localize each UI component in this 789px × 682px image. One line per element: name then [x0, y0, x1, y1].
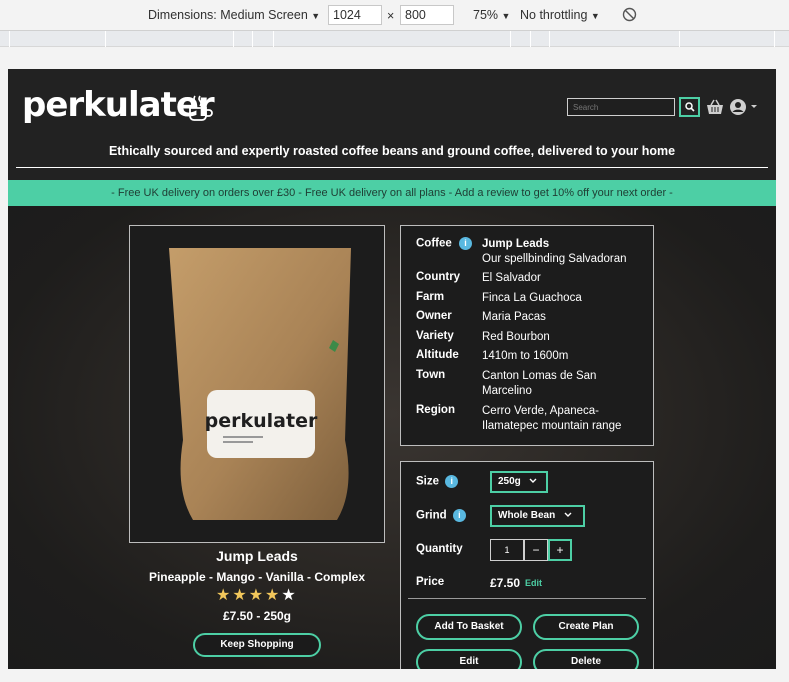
price-label: Price: [416, 576, 445, 588]
grind-label: Grind i: [416, 509, 466, 522]
star-icon: ★: [248, 587, 264, 604]
detail-key: Town: [416, 369, 446, 381]
devtools-device-toolbar: Dimensions: Medium Screen ▼ 1024 × 800 7…: [0, 0, 789, 31]
detail-value: Cerro Verde, Apaneca-Ilamatepec mountain…: [482, 405, 622, 432]
detail-key: Owner: [416, 310, 452, 322]
coffee-bag-image: perkulater: [169, 248, 351, 520]
info-icon[interactable]: i: [452, 509, 466, 522]
coffee-subtitle: Our spellbinding Salvadoran: [482, 253, 627, 265]
search-button[interactable]: [679, 97, 700, 117]
detail-value: Red Bourbon: [482, 331, 550, 343]
dimensions-label: Dimensions: Medium Screen: [148, 8, 308, 22]
detail-value: 1410m to 1600m: [482, 350, 569, 362]
times-sign: ×: [387, 9, 395, 23]
purchase-options-panel: Size i 250g Grind i Whole Bean Quantity …: [400, 461, 654, 669]
grind-select[interactable]: Whole Bean: [490, 505, 585, 527]
keep-shopping-button[interactable]: Keep Shopping: [193, 633, 321, 657]
basket-icon[interactable]: [706, 98, 724, 116]
info-icon[interactable]: i: [458, 237, 472, 250]
product-price-size: £7.50 - 250g: [222, 609, 292, 623]
background-image: [8, 206, 776, 669]
search-icon: [684, 102, 695, 112]
star-icon: ★: [232, 587, 247, 604]
add-to-basket-button[interactable]: Add To Basket: [416, 614, 522, 640]
detail-key: Country: [416, 271, 461, 283]
account-menu[interactable]: [729, 98, 759, 116]
options-divider: [408, 598, 646, 599]
detail-value: Finca La Guachoca: [482, 292, 582, 304]
coffee-value: Jump Leads: [482, 238, 550, 250]
site-tagline: Ethically sourced and expertly roasted c…: [108, 144, 676, 158]
quantity-label: Quantity: [416, 543, 463, 555]
coffee-label: Coffee i: [416, 237, 472, 250]
quantity-increase-button[interactable]: +: [548, 539, 572, 561]
star-icon: ★: [265, 587, 280, 604]
detail-value: El Salvador: [482, 272, 541, 284]
header-divider: [16, 167, 768, 168]
site-logo[interactable]: perkulater: [22, 85, 215, 125]
promo-banner: - Free UK delivery on orders over £30 - …: [8, 180, 776, 206]
size-label: Size i: [416, 475, 459, 488]
size-select[interactable]: 250g: [490, 471, 548, 493]
detail-key: Altitude: [416, 349, 459, 361]
bag-label: perkulater: [205, 410, 318, 432]
edit-button[interactable]: Edit: [416, 649, 522, 669]
quantity-decrease-button[interactable]: −: [524, 539, 548, 561]
price-value: £7.50: [490, 576, 521, 590]
zoom-value: 75%: [473, 8, 499, 22]
detail-value: Maria Pacas: [482, 311, 546, 323]
dimensions-dropdown[interactable]: Dimensions: Medium Screen ▼: [148, 8, 320, 22]
chevron-down-icon: [564, 512, 572, 517]
quantity-stepper: 1 − +: [490, 539, 572, 561]
media-query-ruler: [0, 31, 789, 47]
detail-value: Canton Lomas de San Marcelino: [482, 370, 597, 397]
chevron-down-icon: ▼: [501, 11, 511, 21]
throttling-value: No throttling: [520, 8, 588, 22]
coffee-cup-icon: [189, 95, 213, 121]
width-input[interactable]: 1024: [328, 5, 382, 25]
product-details-panel: Coffee i Jump Leads Our spellbinding Sal…: [400, 225, 654, 446]
throttling-dropdown[interactable]: No throttling ▼: [520, 8, 600, 22]
product-flavors: Pineapple - Mango - Vanilla - Complex: [148, 570, 366, 584]
info-icon[interactable]: i: [445, 475, 459, 488]
detail-key: Farm: [416, 291, 445, 303]
star-icon: ★: [281, 587, 296, 604]
product-rating: ★ ★ ★ ★ ★: [216, 588, 296, 604]
chevron-down-icon: ▼: [311, 11, 321, 21]
rotate-icon[interactable]: [622, 7, 637, 25]
grind-value: Whole Bean: [498, 510, 556, 521]
user-icon: [730, 99, 746, 115]
create-plan-button[interactable]: Create Plan: [533, 614, 639, 640]
device-viewport: perkulater Ethically sourced and expertl…: [8, 69, 776, 669]
chevron-down-icon: [751, 105, 757, 108]
chevron-down-icon: ▼: [590, 11, 600, 21]
search-input[interactable]: [567, 98, 675, 116]
detail-key: Region: [416, 404, 455, 416]
size-value: 250g: [498, 476, 521, 487]
detail-key: Variety: [416, 330, 454, 342]
height-input[interactable]: 800: [400, 5, 454, 25]
zoom-dropdown[interactable]: 75% ▼: [473, 8, 510, 22]
quantity-input[interactable]: 1: [490, 539, 524, 561]
star-icon: ★: [216, 587, 231, 604]
delete-button[interactable]: Delete: [533, 649, 639, 669]
edit-price-link[interactable]: Edit: [525, 578, 542, 588]
chevron-down-icon: [529, 478, 537, 483]
product-image-frame: perkulater: [129, 225, 385, 543]
product-name: Jump Leads: [216, 548, 298, 564]
